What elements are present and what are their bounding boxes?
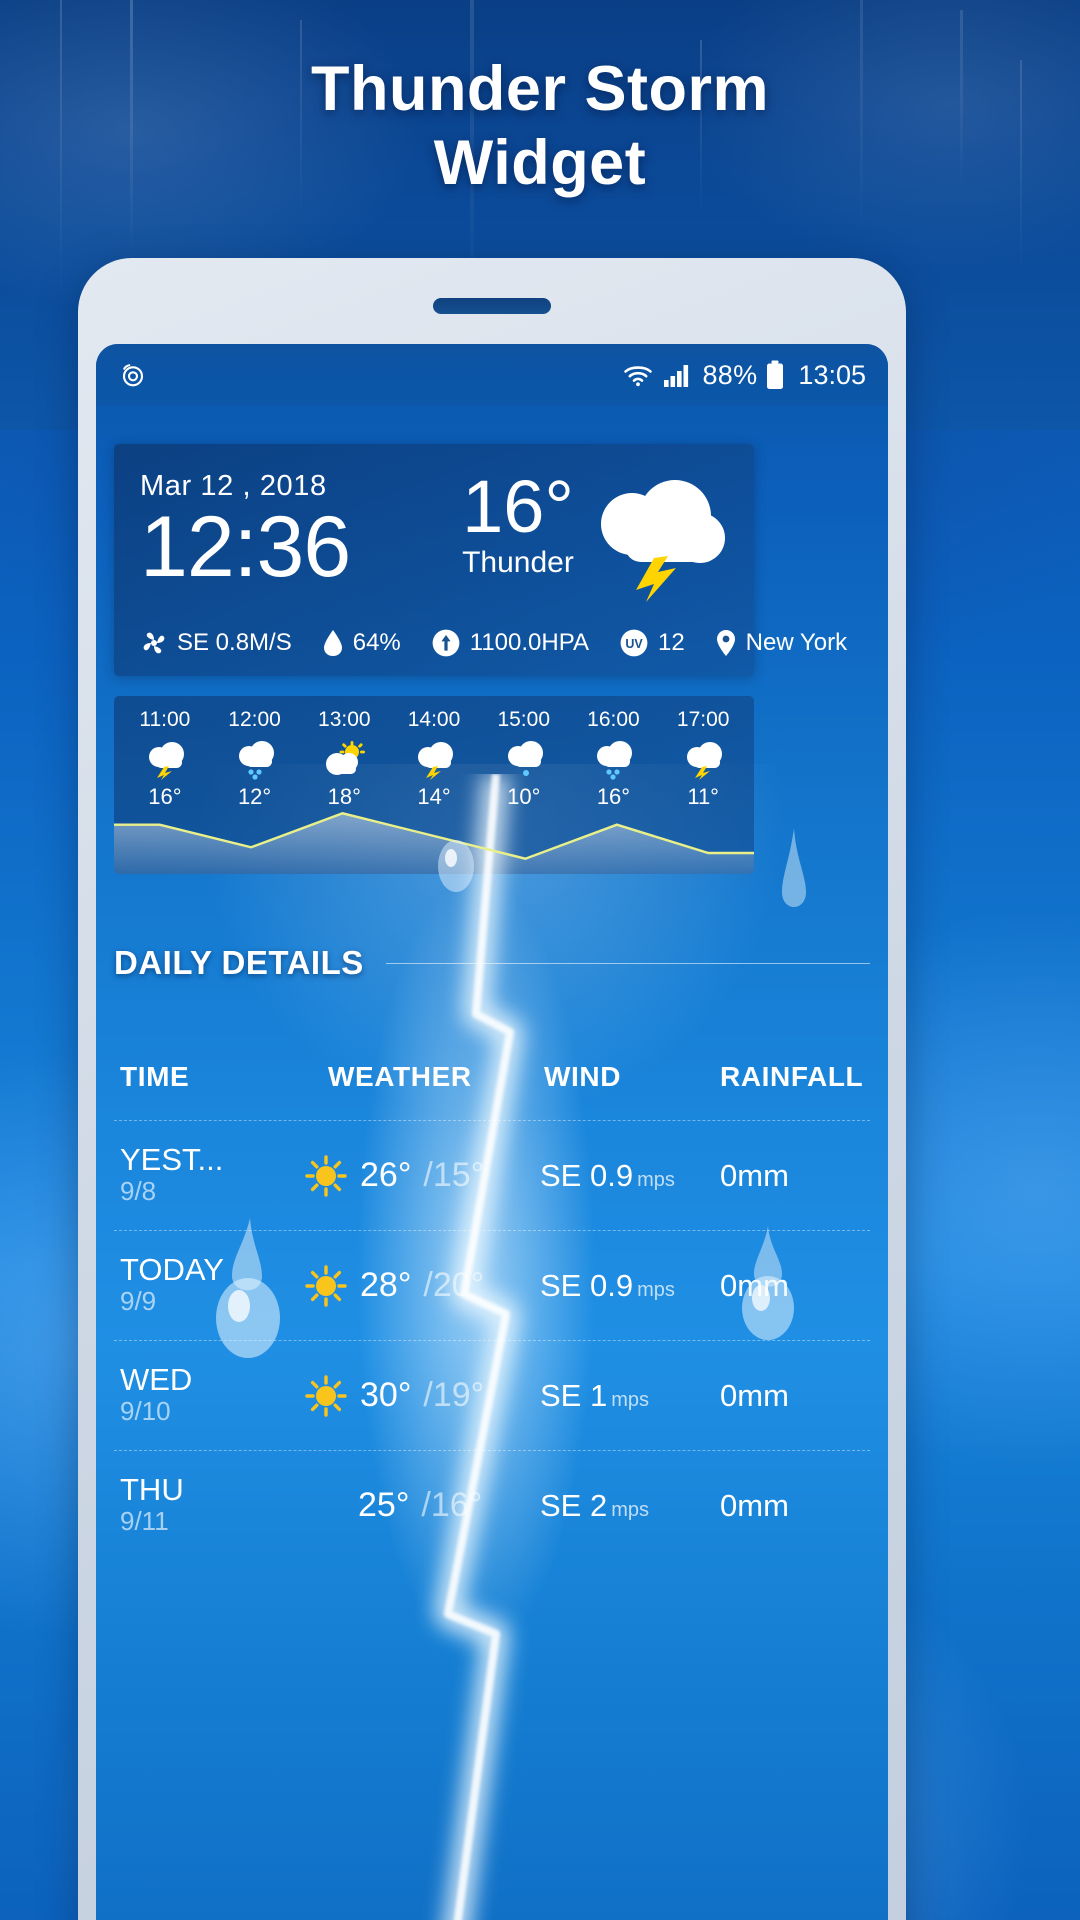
page-title-line-2: Widget (433, 128, 647, 199)
stat-location-value: New York (745, 629, 848, 656)
hourly-temp: 11° (687, 784, 719, 809)
hourly-time: 12:00 (228, 708, 281, 731)
phone-mockup: 88% 13:05 Mar 12 , 2018 12:36 16° Thunde… (78, 258, 906, 1920)
hourly-time: 17:00 (676, 708, 730, 731)
widget-clock-block: Mar 12 , 2018 12:36 (140, 470, 351, 595)
sun-cloud-icon (299, 738, 389, 782)
hourly-item[interactable]: 14:00 14° (389, 708, 479, 810)
stat-pressure-value: 1100.0HPA (469, 629, 589, 656)
status-bar-clock: 13:05 (798, 359, 866, 390)
hourly-item[interactable]: 17:00 11° (658, 708, 748, 810)
wind-fan-icon (140, 629, 168, 657)
hourly-item[interactable]: 15:00 10° (479, 708, 569, 810)
hourly-temp: 10° (507, 784, 541, 809)
hourly-forecast-card[interactable]: 11:00 16° 12:00 12° 13:00 18° 14:00 14° … (114, 696, 754, 874)
pressure-gauge-icon (431, 628, 461, 658)
cloud-rain-icon (569, 738, 659, 782)
hourly-time: 16:00 (587, 708, 640, 731)
hourly-temp: 16° (596, 784, 631, 809)
stat-wind-value: SE 0.8M/S (177, 629, 292, 656)
hourly-time: 13:00 (318, 708, 371, 731)
screen-lightning-icon (435, 774, 523, 1920)
alarm-icon (118, 360, 148, 390)
battery-icon (766, 360, 784, 390)
widget-temperature: 16° (462, 465, 574, 548)
widget-condition: Thunder (462, 546, 574, 580)
phone-speaker (433, 298, 551, 314)
cellular-signal-icon (663, 362, 693, 388)
uv-index-icon: UV (619, 628, 649, 658)
hourly-time: 11:00 (139, 708, 191, 731)
phone-screen: 88% 13:05 Mar 12 , 2018 12:36 16° Thunde… (96, 344, 888, 1920)
hourly-time: 14:00 (407, 708, 461, 731)
cloud-lightning-icon (389, 738, 479, 782)
stat-location: New York (715, 629, 847, 657)
status-bar: 88% 13:05 (96, 344, 888, 406)
cloud-rain-icon (210, 738, 300, 782)
hourly-item[interactable]: 16:00 16° (569, 708, 659, 810)
hourly-temp: 18° (327, 784, 361, 809)
hourly-temp: 16° (148, 784, 182, 809)
hourly-time: 15:00 (497, 708, 551, 731)
hourly-temp: 14° (417, 784, 451, 809)
cloud-drizzle-icon (479, 738, 569, 782)
hourly-item[interactable]: 11:00 16° (120, 708, 210, 810)
hourly-item[interactable]: 12:00 12° (210, 708, 300, 810)
stat-humidity-value: 64% (352, 629, 401, 656)
stat-humidity: 64% (322, 629, 401, 657)
thunderstorm-cloud-icon (580, 472, 730, 602)
stat-uv-value: 12 (657, 629, 685, 656)
hourly-temp: 12° (237, 784, 272, 809)
stat-wind: SE 0.8M/S (140, 629, 292, 657)
stat-uv: UV 12 (619, 628, 685, 658)
status-bar-right-group: 88% 13:05 (622, 360, 866, 391)
stat-pressure: 1100.0HPA (431, 628, 589, 658)
widget-clock: 12:36 (140, 499, 351, 595)
cloud-lightning-icon (120, 738, 210, 782)
cloud-lightning-icon (658, 738, 748, 782)
widget-stats-row: SE 0.8M/S 64% 1100.0HPA UV 12 New York (140, 628, 847, 658)
hourly-forecast-list: 11:00 16° 12:00 12° 13:00 18° 14:00 14° … (114, 696, 754, 810)
battery-percent-label: 88% (702, 359, 758, 390)
svg-text:UV: UV (625, 637, 643, 651)
wifi-icon (622, 362, 654, 388)
hourly-item[interactable]: 13:00 18° (299, 708, 389, 810)
humidity-drop-icon (322, 629, 344, 657)
page-title-line-1: Thunder Storm (311, 54, 769, 124)
weather-widget-card[interactable]: Mar 12 , 2018 12:36 16° Thunder SE 0.8M/… (114, 444, 847, 676)
page-title: Thunder Storm Widget (0, 52, 1080, 201)
location-pin-icon (715, 629, 737, 657)
